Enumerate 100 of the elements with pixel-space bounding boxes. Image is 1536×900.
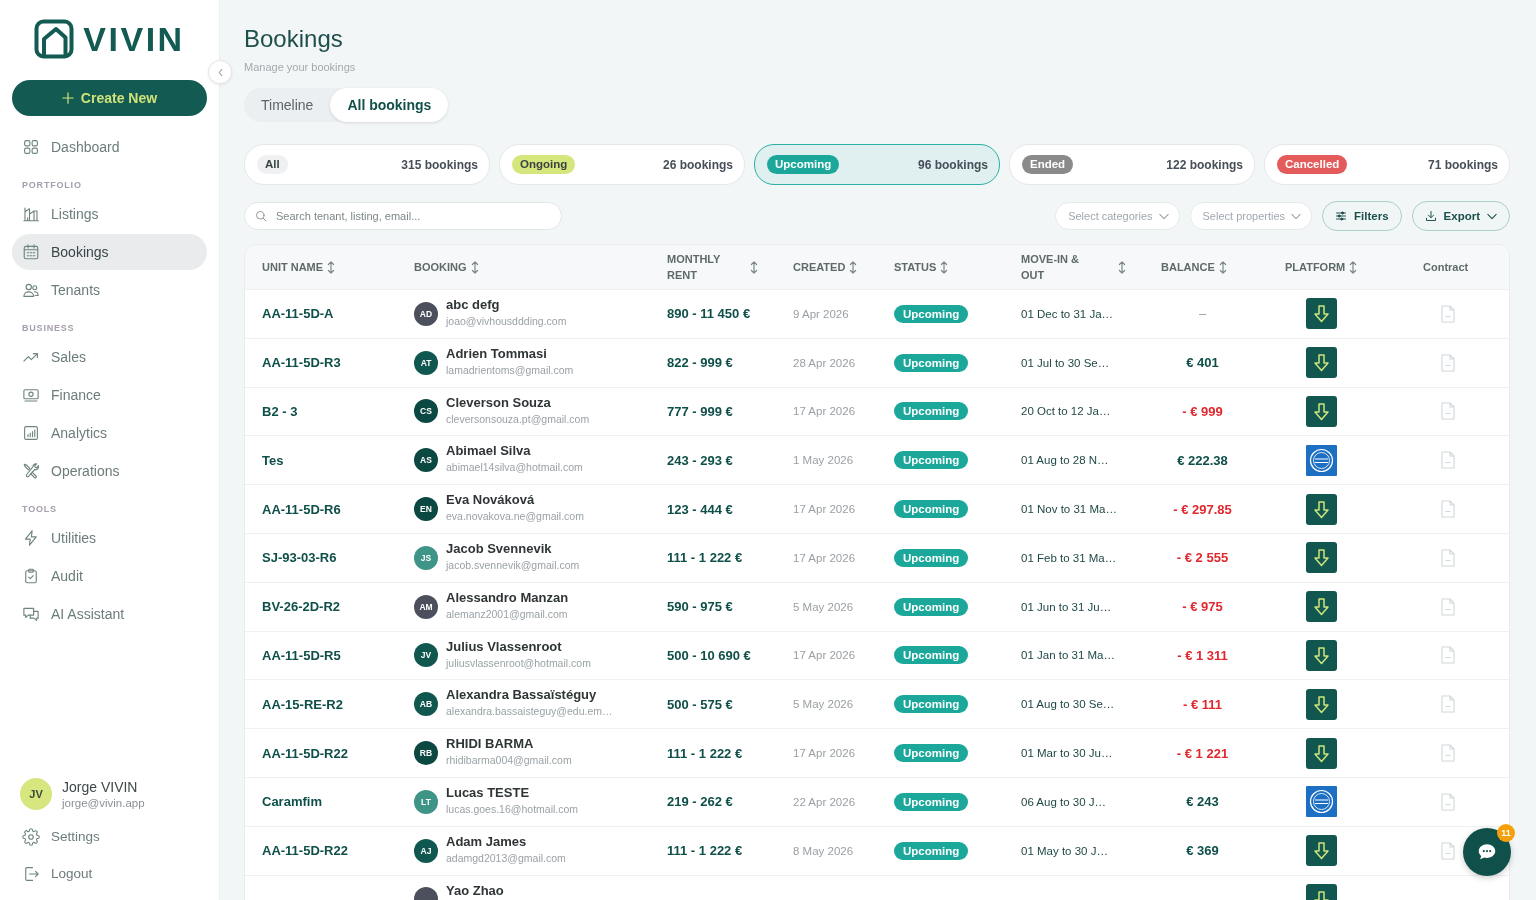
column-header[interactable]: MOVE-IN & OUT [1004,245,1144,289]
tenant-name: RHIDI BARMA [446,737,535,752]
nav-item[interactable]: Analytics [12,415,207,451]
document-icon[interactable] [1441,402,1455,421]
download-icon [1424,210,1437,222]
booking-count: 71 bookings [1428,157,1498,172]
sort-icon[interactable] [849,260,858,274]
balance-amount: € 243 [1186,794,1219,810]
unit-name: AA-11-5D-R5 [262,647,341,663]
status-filter-card[interactable]: Ended 122 bookings [1009,144,1255,185]
document-icon[interactable] [1441,548,1455,567]
status-filter-card[interactable]: All 315 bookings [244,144,490,185]
sort-icon[interactable] [327,260,336,274]
document-icon[interactable] [1441,353,1455,372]
create-new-button[interactable]: Create New [12,80,207,116]
document-icon[interactable] [1441,792,1455,811]
rent-range: 111 - 1 222 € [667,745,743,761]
created-date: 22 Apr 2026 [793,795,856,808]
rent-range: 822 - 999 € [667,355,733,371]
tenant-email: cleversonsouza.pt@gmail.com [446,412,590,426]
sort-icon[interactable] [940,260,949,274]
status-filter-card[interactable]: Ongoing 26 bookings [499,144,745,185]
tenant-email: abimael14silva@hotmail.com [446,461,583,475]
column-header[interactable]: BALANCE [1144,245,1268,289]
created-date: 17 Apr 2026 [793,747,856,760]
sort-icon[interactable] [470,260,479,274]
nav-item[interactable]: Logout [12,856,207,891]
column-header: Contract [1422,260,1470,275]
move-dates: 01 Aug to 30 Se… [1021,698,1115,711]
tab[interactable]: Timeline [244,88,331,122]
banknote-icon [22,386,40,404]
booking-count: 315 bookings [401,157,478,172]
created-date: 8 May 2026 [793,844,854,857]
nav-item[interactable]: Settings [12,819,207,854]
document-icon[interactable] [1441,744,1455,763]
unit-name: AA-11-5D-R22 [262,843,348,859]
nav-item[interactable]: Dashboard [12,129,207,165]
status-badge: All [257,155,288,174]
document-icon[interactable] [1441,500,1455,519]
document-icon[interactable] [1441,695,1455,714]
move-dates: 20 Oct to 12 Ja… [1021,405,1111,418]
chevron-left-icon [216,67,224,77]
tenant-avatar: JS [414,545,438,570]
tenant-avatar: EN [414,497,438,522]
document-icon[interactable] [1441,597,1455,616]
document-icon[interactable] [1441,646,1455,665]
nav-item[interactable]: Bookings [12,234,207,270]
sort-icon[interactable] [1218,260,1227,274]
tab[interactable]: All bookings [330,88,449,122]
sort-icon[interactable] [1349,260,1358,274]
tenant-avatar: AD [414,301,438,326]
column-header[interactable]: PLATFORM [1268,245,1406,289]
user-name: Jorge VIVIN [62,779,139,795]
sliders-icon [1335,210,1348,222]
nav-item[interactable]: Finance [12,377,207,413]
document-icon[interactable] [1441,304,1455,323]
nav-item[interactable]: Audit [12,558,207,594]
status-badge: Upcoming [894,695,969,714]
unit-name: Tes [262,452,284,468]
export-button[interactable]: Export [1411,201,1510,231]
collapse-sidebar-button[interactable] [208,60,232,84]
nav-item[interactable]: Tenants [12,272,207,308]
move-dates: 01 May to 30 J… [1021,844,1108,857]
status-filter-card[interactable]: Cancelled 71 bookings [1264,144,1510,185]
created-date: 17 Apr 2026 [793,405,856,418]
filters-button[interactable]: Filters [1322,201,1402,231]
tenant-name: Cleverson Souza [446,395,552,410]
column-header[interactable]: STATUS [877,245,1004,289]
unit-name: AA-11-5D-R22 [262,745,348,761]
tools-icon [22,462,40,480]
column-header[interactable]: UNIT NAME [245,245,397,289]
column-header[interactable]: MONTHLY RENT [650,245,776,289]
notification-badge: 11 [1497,824,1515,842]
tenant-name: Abimael Silva [446,444,532,459]
sort-icon[interactable] [750,260,758,274]
move-dates: 01 Jan to 31 Ma… [1021,649,1115,662]
column-header[interactable]: CREATED [776,245,877,289]
search-field[interactable]: Search tenant, listing, email... [244,202,562,230]
rent-range: 590 - 975 € [667,599,733,615]
nav-item[interactable]: Operations [12,453,207,489]
rent-range: 123 - 444 € [667,501,733,517]
column-header[interactable]: BOOKING [397,245,650,289]
caret-icon [1291,212,1302,220]
tenant-avatar: JV [414,643,438,668]
status-filter-card[interactable]: Upcoming 96 bookings [754,144,1000,185]
bar-chart-icon [22,424,40,442]
building-chart-icon [22,205,40,223]
unit-name: B2 - 3 [262,404,298,419]
rent-range: 219 - 262 € [667,794,733,810]
nav-item[interactable]: Utilities [12,520,207,556]
document-icon[interactable] [1441,841,1455,860]
created-date: 9 Apr 2026 [793,307,849,320]
document-icon[interactable] [1441,451,1455,470]
nav-item[interactable]: Listings [12,196,207,232]
sort-icon[interactable] [1118,260,1126,274]
nav-item[interactable]: Sales [12,339,207,375]
unit-name: AA-11-5D-A [262,306,334,322]
created-date: 17 Apr 2026 [793,503,856,516]
tenant-name: Eva Nováková [446,493,536,508]
nav-item[interactable]: AI Assistant [12,596,207,632]
